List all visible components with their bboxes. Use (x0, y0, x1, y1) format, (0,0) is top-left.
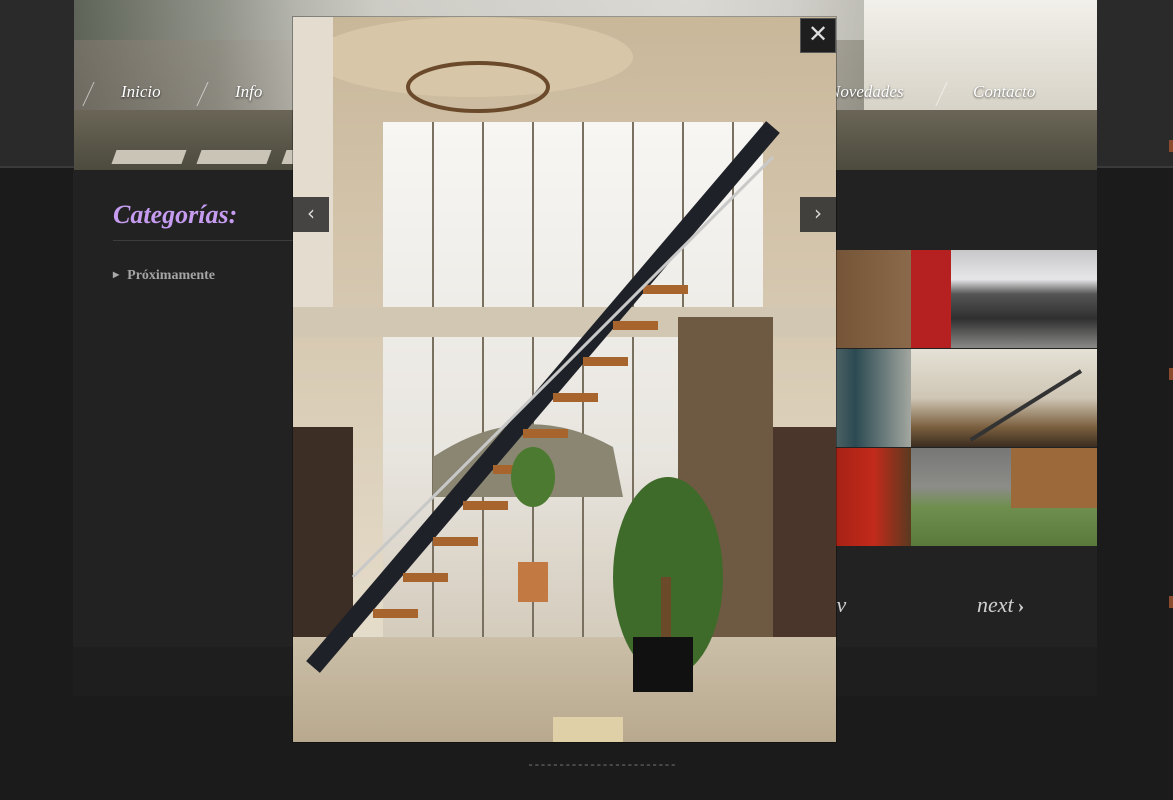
thumbnail-wood-wall (1011, 448, 1097, 508)
chevron-left-icon[interactable]: ‹ (293, 197, 329, 232)
nav-item-info[interactable]: Info (235, 82, 262, 102)
banner-paving (196, 150, 272, 164)
gallery-thumbnail[interactable] (911, 349, 1097, 447)
edge-mark (1169, 596, 1173, 608)
footer-dashes: ------------------------ (527, 758, 677, 772)
nav-separator (196, 82, 209, 106)
nav-item-inicio[interactable]: Inicio (121, 82, 161, 102)
thumbnail-stair (969, 369, 1083, 442)
gallery-thumbnail[interactable] (911, 448, 1097, 546)
category-item[interactable]: ▶ Próximamente (113, 268, 215, 284)
chevron-right-icon[interactable]: › (800, 197, 836, 232)
lightbox: ✕ ‹ › (293, 17, 836, 742)
categories-divider (113, 240, 293, 241)
next-label: next (977, 592, 1014, 617)
close-icon[interactable]: ✕ (800, 18, 836, 53)
triangle-right-icon: ▶ (113, 270, 120, 279)
edge-mark (1169, 140, 1173, 152)
nav-item-novedades[interactable]: Novedades (829, 82, 904, 102)
gallery-thumbnail[interactable] (911, 250, 1097, 348)
gallery-next-link[interactable]: next › (977, 592, 1024, 618)
nav-separator (82, 82, 95, 106)
nav-item-contacto[interactable]: Contacto (973, 82, 1035, 102)
edge-mark (1169, 368, 1173, 380)
thumbnail-red-wall (911, 250, 951, 348)
categories-title: Categorías: (113, 200, 238, 229)
banner-paving (111, 150, 187, 164)
chevron-right-icon: › (1017, 595, 1025, 617)
category-label: Próximamente (127, 268, 216, 283)
nav-separator (935, 82, 948, 106)
lightbox-photo (293, 17, 836, 742)
